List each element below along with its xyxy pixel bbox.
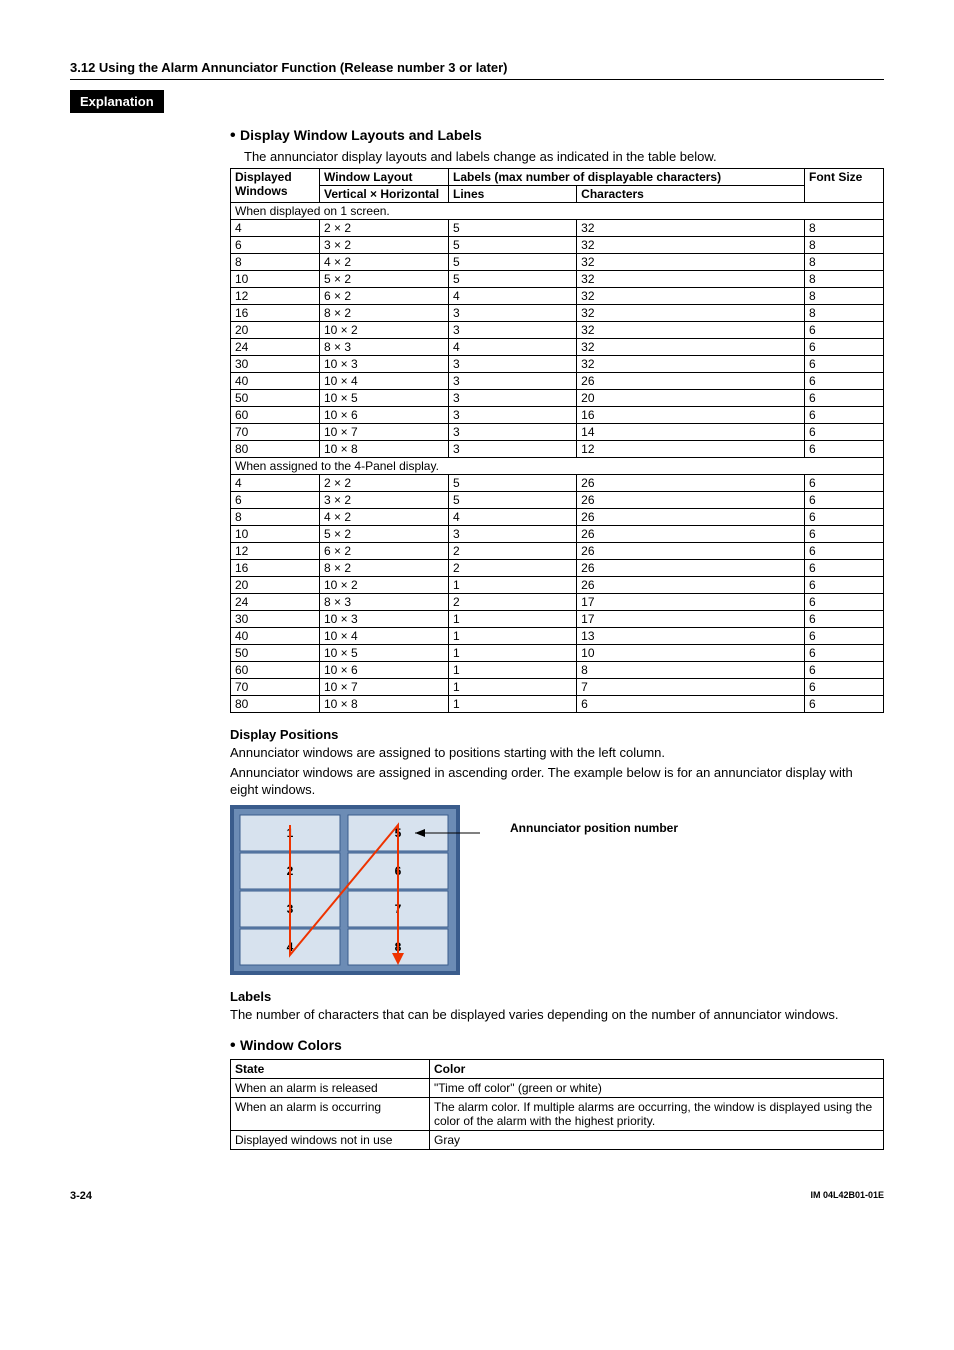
th-state: State (231, 1060, 430, 1079)
table-row: 3010 × 31176 (231, 611, 884, 628)
section-header: 3.12 Using the Alarm Annunciator Functio… (70, 60, 884, 80)
positions-diagram: 1 2 3 4 5 6 7 8 (230, 805, 480, 975)
table-row: 2010 × 21266 (231, 577, 884, 594)
doc-id: IM 04L42B01-01E (810, 1190, 884, 1202)
table-row: 63 × 25328 (231, 237, 884, 254)
th-color: Color (430, 1060, 884, 1079)
table-row: 8010 × 8166 (231, 696, 884, 713)
table-row: 4010 × 41136 (231, 628, 884, 645)
colors-table: State Color When an alarm is released"Ti… (230, 1059, 884, 1150)
table-row: 5010 × 53206 (231, 390, 884, 407)
table-row: 248 × 34326 (231, 339, 884, 356)
layouts-heading: Display Window Layouts and Labels (230, 127, 884, 145)
table-group-row: When assigned to the 4-Panel display. (231, 458, 884, 475)
table-row: 3010 × 33326 (231, 356, 884, 373)
page-number: 3-24 (70, 1190, 92, 1202)
table-row: 248 × 32176 (231, 594, 884, 611)
table-row: 105 × 25328 (231, 271, 884, 288)
page-footer: 3-24 IM 04L42B01-01E (70, 1190, 884, 1202)
explanation-bar: Explanation (70, 90, 164, 113)
table-row: 126 × 24328 (231, 288, 884, 305)
table-row: 4010 × 43266 (231, 373, 884, 390)
th-labels: Labels (max number of displayable charac… (449, 169, 805, 186)
th-font: Font Size (805, 169, 884, 203)
th-lines: Lines (449, 186, 577, 203)
th-displayed: Displayed Windows (231, 169, 320, 203)
table-row: 42 × 25266 (231, 475, 884, 492)
table-row: 42 × 25328 (231, 220, 884, 237)
positions-text1: Annunciator windows are assigned to posi… (230, 744, 884, 762)
table-row: 7010 × 73146 (231, 424, 884, 441)
th-layout: Window Layout (320, 169, 449, 186)
table-row: 8010 × 83126 (231, 441, 884, 458)
labels-heading: Labels (230, 989, 884, 1004)
table-row: Displayed windows not in useGray (231, 1131, 884, 1150)
th-layout-sub: Vertical × Horizontal (320, 186, 449, 203)
table-row: 105 × 23266 (231, 526, 884, 543)
table-group-row: When displayed on 1 screen. (231, 203, 884, 220)
layouts-table: Displayed Windows Window Layout Labels (… (230, 168, 884, 713)
layouts-intro: The annunciator display layouts and labe… (244, 149, 884, 164)
table-row: When an alarm is released"Time off color… (231, 1079, 884, 1098)
table-row: 5010 × 51106 (231, 645, 884, 662)
diagram-caption: Annunciator position number (510, 821, 678, 837)
table-row: 84 × 25328 (231, 254, 884, 271)
positions-text2: Annunciator windows are assigned in asce… (230, 764, 884, 799)
table-row: 168 × 23328 (231, 305, 884, 322)
table-row: When an alarm is occurringThe alarm colo… (231, 1098, 884, 1131)
table-row: 63 × 25266 (231, 492, 884, 509)
labels-text: The number of characters that can be dis… (230, 1006, 884, 1024)
colors-heading: Window Colors (230, 1037, 884, 1055)
table-row: 126 × 22266 (231, 543, 884, 560)
table-row: 84 × 24266 (231, 509, 884, 526)
positions-heading: Display Positions (230, 727, 884, 742)
th-chars: Characters (577, 186, 805, 203)
table-row: 2010 × 23326 (231, 322, 884, 339)
table-row: 7010 × 7176 (231, 679, 884, 696)
table-row: 168 × 22266 (231, 560, 884, 577)
table-row: 6010 × 6186 (231, 662, 884, 679)
table-row: 6010 × 63166 (231, 407, 884, 424)
